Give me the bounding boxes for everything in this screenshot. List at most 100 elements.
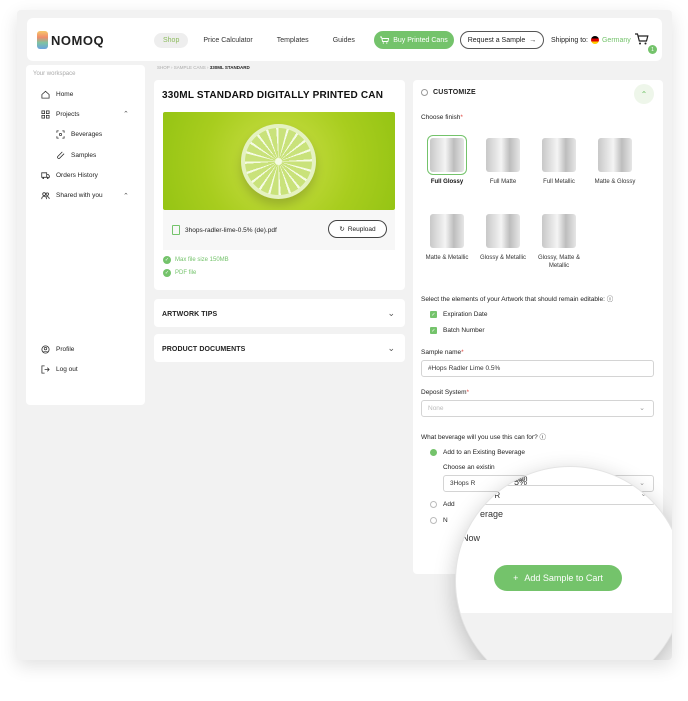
finish-option-matte-glossy[interactable]: Matte & Glossy xyxy=(587,138,643,186)
sidebar-item-beverages[interactable]: Beverages xyxy=(56,130,102,139)
chevron-down-icon: ⌄ xyxy=(640,489,647,498)
shipping-selector[interactable]: Shipping to: Germany xyxy=(551,36,631,44)
app-window: NOMOQ Shop Price Calculator Templates Gu… xyxy=(17,10,672,660)
sidebar-item-projects[interactable]: Projects xyxy=(41,110,79,119)
main-nav: Shop Price Calculator Templates Guides xyxy=(154,33,364,48)
finish-option-full-glossy[interactable]: Full Glossy xyxy=(419,138,475,186)
deposit-placeholder: None xyxy=(428,405,444,412)
request-sample-button[interactable]: Request a Sample → xyxy=(460,31,544,49)
finish-swatch xyxy=(430,138,464,172)
magnified-choose-existing: Choose an existin xyxy=(464,474,528,483)
grid-icon xyxy=(41,110,50,119)
nav-templates[interactable]: Templates xyxy=(268,33,318,48)
sample-name-label: Sample name* xyxy=(421,349,464,356)
sidebar-item-label: Log out xyxy=(56,366,78,373)
step-circle-icon xyxy=(421,89,428,96)
check-label: Max file size 150MB xyxy=(175,257,229,263)
finish-swatch xyxy=(542,214,576,248)
finish-option-glossy-metallic[interactable]: Glossy & Metallic xyxy=(475,214,531,262)
breadcrumb-shop[interactable]: SHOP xyxy=(157,65,170,70)
sidebar-item-label: Projects xyxy=(56,111,80,118)
finish-label: Full Metallic xyxy=(543,179,575,185)
checkbox-batch-number[interactable]: ✓ Batch Number xyxy=(430,327,485,334)
reupload-label: Reupload xyxy=(347,225,376,233)
logout-icon xyxy=(41,365,50,374)
beverage-question-label: What beverage will you use this can for?… xyxy=(421,431,546,441)
shopping-cart-icon xyxy=(635,33,649,45)
breadcrumb-sample-cans[interactable]: SAMPLE CANS xyxy=(174,65,206,70)
finish-option-full-matte[interactable]: Full Matte xyxy=(475,138,531,186)
nav-shop[interactable]: Shop xyxy=(154,33,189,48)
finish-swatch xyxy=(542,138,576,172)
finish-option-glossy-matte-metallic[interactable]: Glossy, Matte & Metallic xyxy=(531,214,587,270)
required-mark: * xyxy=(461,349,464,356)
accordion-product-documents[interactable]: PRODUCT DOCUMENTS ⌄ xyxy=(154,334,405,362)
buy-printed-cans-button[interactable]: Buy Printed Cans xyxy=(374,31,454,49)
deposit-label-text: Deposit System xyxy=(421,389,467,396)
finish-label-text: Choose finish xyxy=(421,114,461,121)
checkbox-expiration-date[interactable]: ✓ Expiration Date xyxy=(430,311,487,318)
checkbox-label: Expiration Date xyxy=(443,311,488,318)
finish-option-matte-metallic[interactable]: Matte & Metallic xyxy=(419,214,475,262)
magnified-existing-beverage-select[interactable]: 3Hops R ⌄ xyxy=(460,485,656,505)
magnified-radio-add[interactable]: Ad xyxy=(460,513,471,523)
chevron-up-icon[interactable]: ⌃ xyxy=(123,110,129,118)
info-icon[interactable]: ⓘ xyxy=(540,434,547,441)
sidebar-item-shared-with-you[interactable]: Shared with you xyxy=(41,191,103,200)
finish-swatch xyxy=(486,214,520,248)
checkbox-checked-icon: ✓ xyxy=(430,311,437,318)
users-icon xyxy=(41,192,50,200)
uploaded-file-name: 3hops-radler-lime-0.5% (de).pdf xyxy=(185,227,277,234)
logo-mark-icon xyxy=(37,31,48,49)
add-sample-label: Add Sample to Cart xyxy=(524,573,603,583)
sidebar-item-profile[interactable]: Profile xyxy=(41,345,74,354)
radio-add-new-beverage[interactable]: Add xyxy=(430,501,455,508)
finish-option-full-metallic[interactable]: Full Metallic xyxy=(531,138,587,186)
lime-slice-illustration xyxy=(241,124,316,199)
chevron-up-icon[interactable]: ⌃ xyxy=(123,192,129,200)
radio-label: Add to an Existing Beverage xyxy=(443,449,526,456)
magnified-background xyxy=(456,613,672,660)
page-title: 330ML STANDARD DIGITALLY PRINTED CAN xyxy=(162,90,384,101)
sidebar-item-label: Shared with you xyxy=(56,192,103,199)
cart-button[interactable]: 1 xyxy=(635,32,657,54)
nav-guides[interactable]: Guides xyxy=(324,33,364,48)
sidebar-title: Your workspace xyxy=(33,71,76,77)
check-circle-icon: ✓ xyxy=(163,256,171,264)
finish-label: Matte & Glossy xyxy=(594,179,636,185)
scan-icon xyxy=(56,130,65,139)
profile-icon xyxy=(41,345,50,354)
reupload-button[interactable]: ↻ Reupload xyxy=(328,220,387,238)
sidebar-item-label: Orders History xyxy=(56,172,98,179)
editable-label-text: Select the elements of your Artwork that… xyxy=(421,296,605,303)
accordion-artwork-tips[interactable]: ARTWORK TIPS ⌄ xyxy=(154,299,405,327)
collapse-button[interactable]: ⌃ xyxy=(634,84,654,104)
finish-label: Matte & Metallic xyxy=(425,255,469,261)
radio-add-existing-beverage[interactable]: Add to an Existing Beverage xyxy=(430,449,525,456)
radio-selected-icon xyxy=(430,449,437,456)
info-icon[interactable]: ⓘ xyxy=(607,296,614,303)
sample-name-input[interactable]: #Hops Radler Lime 0.5% xyxy=(421,360,654,377)
sample-name-label-text: Sample name xyxy=(421,349,462,356)
sidebar-item-samples[interactable]: Samples xyxy=(56,151,96,160)
accordion-title: ARTWORK TIPS xyxy=(162,311,218,318)
finish-label: Full Matte xyxy=(489,179,517,185)
deposit-system-select[interactable]: None ⌄ xyxy=(421,400,654,417)
sidebar-item-orders-history[interactable]: Orders History xyxy=(41,171,98,180)
check-circle-icon: ✓ xyxy=(163,269,171,277)
uploaded-file-row: 3hops-radler-lime-0.5% (de).pdf ↻ Reuplo… xyxy=(163,210,395,250)
shipping-country: Germany xyxy=(601,36,631,44)
radio-not-now[interactable]: N xyxy=(430,517,448,524)
sidebar-item-label: Beverages xyxy=(71,131,103,138)
sidebar: Your workspace Home Projects ⌃ Beverages… xyxy=(26,65,145,405)
sidebar-item-home[interactable]: Home xyxy=(41,90,73,99)
radio-unselected-icon xyxy=(430,517,437,524)
sidebar-item-logout[interactable]: Log out xyxy=(41,365,78,374)
nomoq-logo[interactable]: NOMOQ xyxy=(37,30,104,50)
cart-count-badge: 1 xyxy=(648,45,657,54)
add-sample-to-cart-button[interactable]: + Add Sample to Cart xyxy=(494,565,622,591)
cart-icon xyxy=(380,36,390,44)
nav-price-calculator[interactable]: Price Calculator xyxy=(194,33,261,48)
magnified-radio-not-now[interactable]: Now xyxy=(462,533,480,543)
chevron-down-icon: ⌄ xyxy=(387,343,395,353)
